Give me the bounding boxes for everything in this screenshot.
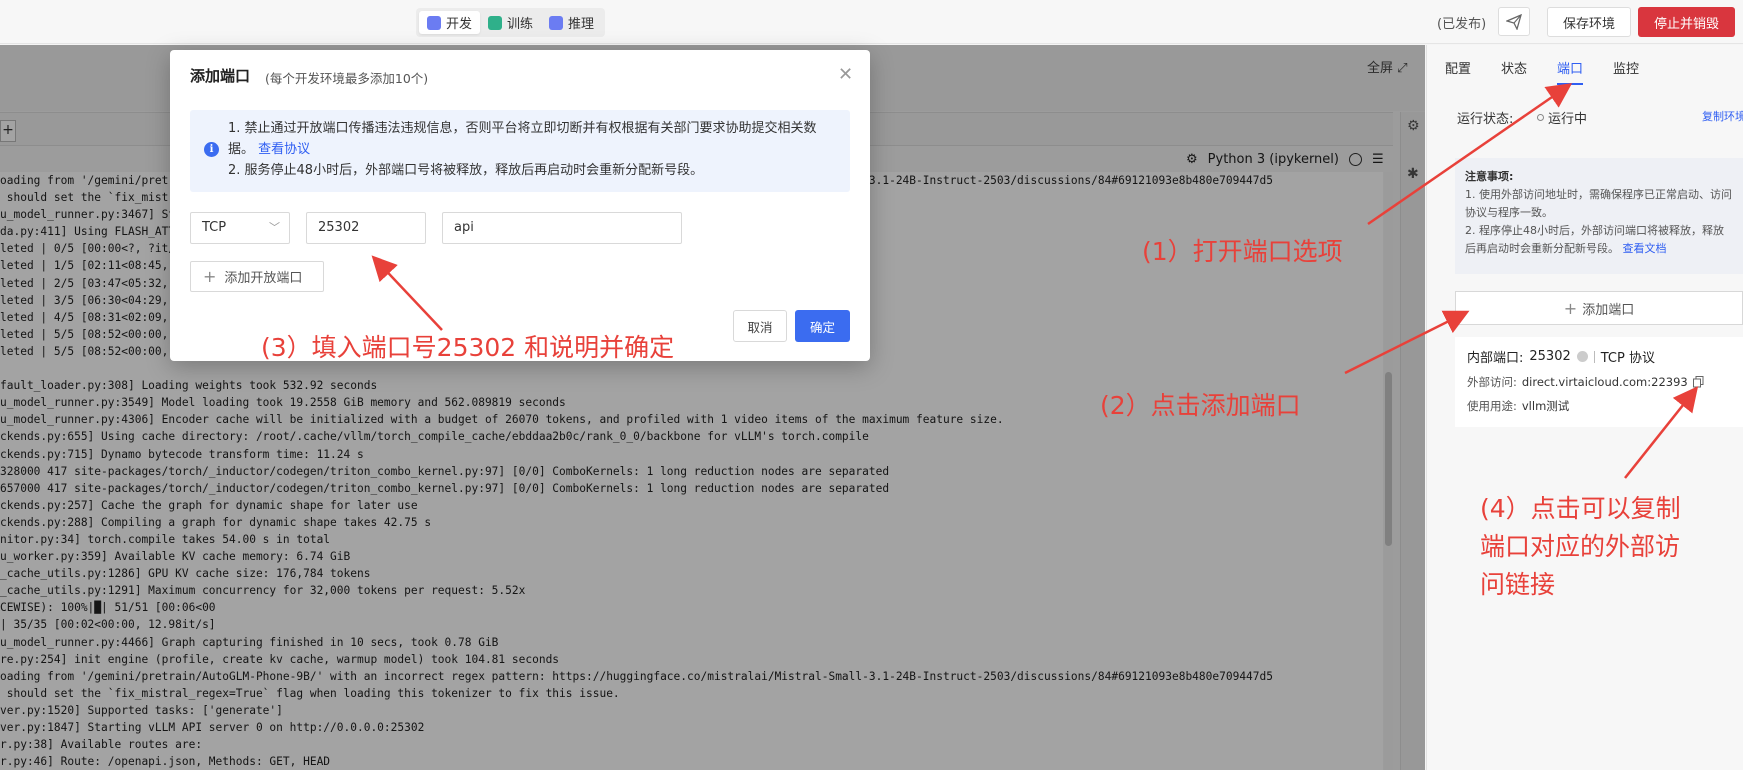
view-docs-link[interactable]: 查看文档: [1623, 242, 1667, 255]
save-env-button[interactable]: 保存环境: [1547, 7, 1631, 37]
dialog-title: 添加端口: [190, 67, 251, 85]
right-panel-tabs: 配置 状态 端口 监控: [1445, 58, 1639, 85]
external-url: direct.virtaicloud.com:22393: [1521, 375, 1688, 389]
note-2-wrap: 2. 程序停止48小时后，外部访问端口将被释放，释放后再启动时会重新分配新号段。…: [1465, 222, 1733, 258]
port-card: 内部端口: 25302 TCP 协议 外部访问: direct.virtaicl…: [1455, 337, 1743, 427]
inference-icon: [549, 15, 564, 30]
usage-value: vllm测试: [1521, 399, 1570, 413]
run-state-label: 运行状态:: [1457, 112, 1514, 127]
view-agreement-link[interactable]: 查看协议: [258, 142, 310, 157]
run-state: 运行中: [1537, 108, 1587, 127]
add-open-port-label: 添加开放端口: [224, 271, 303, 286]
info-icon: [1576, 351, 1588, 362]
protocol-select[interactable]: TCP ﹀: [190, 212, 290, 244]
notice-1: 1. 禁止通过开放端口传播违法违规信息，否则平台将立即切断并有权根据有关部门要求…: [228, 118, 838, 160]
note-1: 1. 使用外部访问地址时，需确保程序已正常启动、访问协议与程序一致。: [1465, 188, 1732, 219]
info-icon: i: [204, 142, 219, 157]
tab-ports[interactable]: 端口: [1557, 58, 1584, 85]
internal-port-value: 25302: [1529, 349, 1571, 364]
cancel-button[interactable]: 取消: [733, 310, 787, 342]
send-button[interactable]: [1498, 7, 1530, 36]
publish-status: (已发布): [1437, 17, 1487, 32]
status-dot-icon: [1537, 114, 1544, 121]
train-icon: [488, 15, 503, 30]
annotation-step-2: (2）点击添加端口: [1100, 391, 1301, 420]
annotation-step-4-line-1: (4）点击可以复制: [1480, 494, 1681, 523]
annotation-step-4-line-3: 问链接: [1480, 570, 1556, 599]
run-state-value: 运行中: [1548, 112, 1588, 127]
note-2: 2. 程序停止48小时后，外部访问端口将被释放，释放后再启动时会重新分配新号段。: [1465, 224, 1724, 255]
annotation-step-4-line-2: 端口对应的外部访: [1480, 532, 1681, 561]
external-access-row: 外部访问: direct.virtaicloud.com:22393: [1467, 374, 1731, 390]
annotation-step-3: (3）填入端口号25302 和说明并确定: [261, 333, 675, 362]
annotation-step-4: (4）点击可以复制 端口对应的外部访 问链接: [1480, 490, 1681, 604]
usage-row: 使用用途: vllm测试: [1467, 398, 1731, 414]
port-description-input[interactable]: api: [442, 212, 682, 244]
protocol-selected: TCP: [202, 220, 227, 235]
chevron-down-icon: ﹀: [269, 221, 280, 234]
notice-2: 2. 服务停止48小时后，外部端口号将被释放，释放后再启动时会重新分配新号段。: [228, 163, 704, 178]
dialog-subtitle: (每个开发环境最多添加10个): [265, 71, 429, 86]
paper-plane-icon: [1506, 13, 1522, 30]
add-open-port-button[interactable]: + 添加开放端口: [190, 261, 324, 292]
mode-tabs: 开发 训练 推理: [416, 8, 606, 37]
port-number-input[interactable]: 25302: [306, 212, 426, 244]
annotation-step-1: (1）打开端口选项: [1142, 237, 1343, 266]
internal-port-label: 内部端口:: [1467, 351, 1524, 366]
notes-box: 注意事项: 1. 使用外部访问地址时，需确保程序已正常启动、访问协议与程序一致。…: [1455, 158, 1743, 274]
tab-status[interactable]: 状态: [1501, 58, 1527, 85]
divider: [1593, 350, 1595, 363]
add-port-label: 添加端口: [1582, 302, 1635, 318]
protocol-value: TCP 协议: [1600, 351, 1655, 366]
develop-icon: [427, 15, 441, 30]
tab-train[interactable]: 训练: [480, 11, 541, 34]
tab-config[interactable]: 配置: [1445, 58, 1471, 85]
add-port-button[interactable]: + 添加端口: [1455, 291, 1743, 325]
notes-title: 注意事项:: [1465, 170, 1514, 183]
usage-label: 使用用途:: [1467, 399, 1517, 413]
notice-box: i 1. 禁止通过开放端口传播违法违规信息，否则平台将立即切断并有权根据有关部门…: [190, 110, 850, 192]
top-bar: 开发 训练 推理 (已发布) 保存环境 停止并销毁: [0, 0, 1743, 44]
tab-label: 开发: [446, 17, 473, 32]
tab-inference[interactable]: 推理: [541, 11, 602, 34]
close-icon[interactable]: ✕: [838, 64, 853, 85]
plus-icon: +: [203, 266, 217, 286]
tab-monitor[interactable]: 监控: [1613, 58, 1639, 85]
copy-env-link[interactable]: 复制环境: [1702, 108, 1743, 124]
tab-develop[interactable]: 开发: [419, 11, 481, 34]
stop-destroy-button[interactable]: 停止并销毁: [1638, 7, 1735, 37]
confirm-button[interactable]: 确定: [795, 310, 850, 342]
external-label: 外部访问:: [1467, 375, 1517, 389]
tab-label: 推理: [568, 17, 595, 32]
add-port-dialog: 添加端口 (每个开发环境最多添加10个) ✕ i 1. 禁止通过开放端口传播违法…: [170, 50, 870, 361]
copy-icon[interactable]: [1692, 376, 1704, 388]
plus-icon: +: [1563, 298, 1578, 318]
internal-port-row: 内部端口: 25302 TCP 协议: [1467, 347, 1731, 366]
notice-1-text: 1. 禁止通过开放端口传播违法违规信息，否则平台将立即切断并有权根据有关部门要求…: [228, 121, 817, 157]
tab-label: 训练: [507, 17, 534, 32]
